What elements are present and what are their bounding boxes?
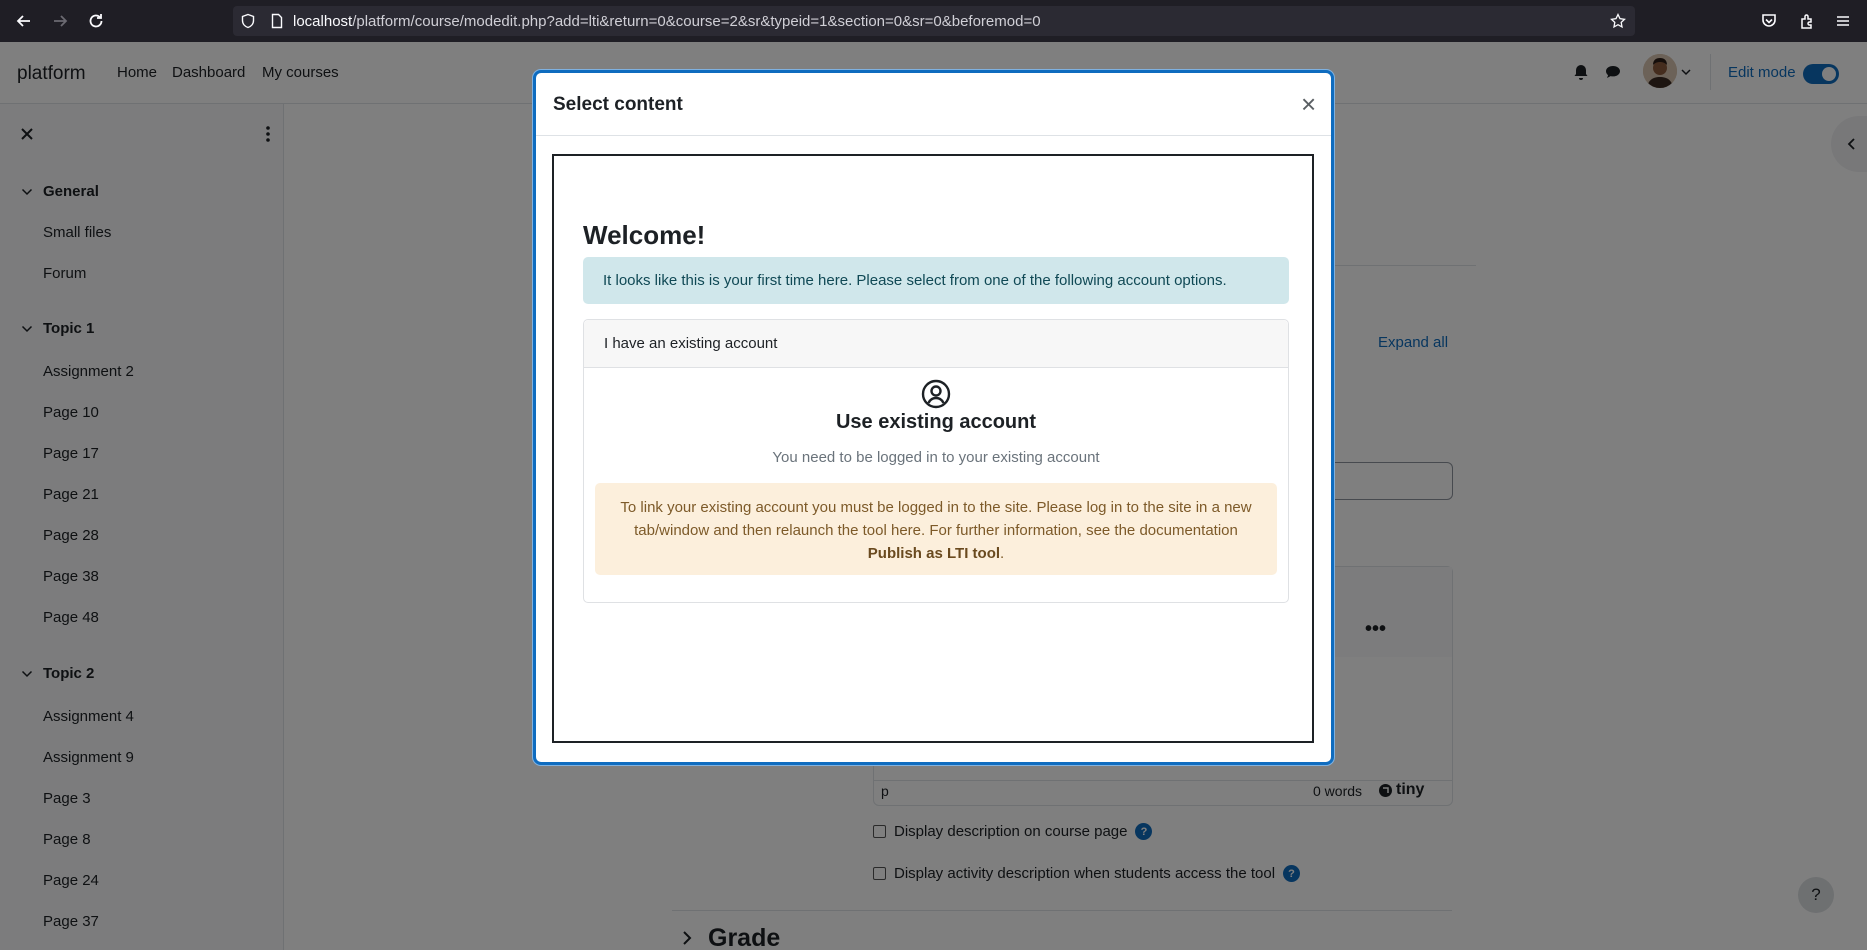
- reload-icon[interactable]: [85, 10, 107, 32]
- user-circle-icon: [921, 379, 951, 409]
- url-text: localhost/platform/course/modedit.php?ad…: [293, 13, 1041, 30]
- info-alert-text: It looks like this is your first time he…: [603, 272, 1227, 289]
- card-header: I have an existing account: [584, 320, 1288, 368]
- modal-header: Select content ×: [536, 73, 1331, 136]
- welcome-heading: Welcome!: [583, 220, 706, 250]
- back-arrow-icon[interactable]: [13, 10, 35, 32]
- shield-icon[interactable]: [240, 13, 256, 29]
- card-subtitle: You need to be logged in to your existin…: [772, 449, 1100, 466]
- publish-as-lti-tool-link[interactable]: Publish as LTI tool: [868, 545, 1000, 562]
- card-title: Use existing account: [835, 411, 1037, 433]
- lti-content-frame: Welcome! It looks like this is your firs…: [552, 154, 1314, 743]
- warning-text: To link your existing account you must b…: [620, 499, 1252, 539]
- page-icon[interactable]: [269, 13, 285, 29]
- bookmark-star-icon[interactable]: [1610, 13, 1626, 29]
- extensions-icon[interactable]: [1796, 10, 1818, 32]
- address-bar[interactable]: localhost/platform/course/modedit.php?ad…: [233, 6, 1635, 36]
- warning-alert: To link your existing account you must b…: [595, 483, 1277, 575]
- warning-end: .: [1000, 545, 1005, 562]
- info-alert: It looks like this is your first time he…: [583, 257, 1289, 304]
- existing-account-card: I have an existing account Use existing …: [583, 319, 1289, 603]
- warning-alert-text: To link your existing account you must b…: [615, 496, 1257, 565]
- close-icon[interactable]: ×: [1301, 91, 1316, 117]
- select-content-modal: Select content × Welcome! It looks like …: [533, 70, 1334, 765]
- pocket-icon[interactable]: [1758, 10, 1780, 32]
- forward-arrow-icon[interactable]: [49, 10, 71, 32]
- hamburger-menu-icon[interactable]: [1832, 10, 1854, 32]
- card-header-text: I have an existing account: [604, 335, 778, 352]
- browser-toolbar: localhost/platform/course/modedit.php?ad…: [0, 0, 1867, 42]
- modal-title: Select content: [553, 94, 683, 115]
